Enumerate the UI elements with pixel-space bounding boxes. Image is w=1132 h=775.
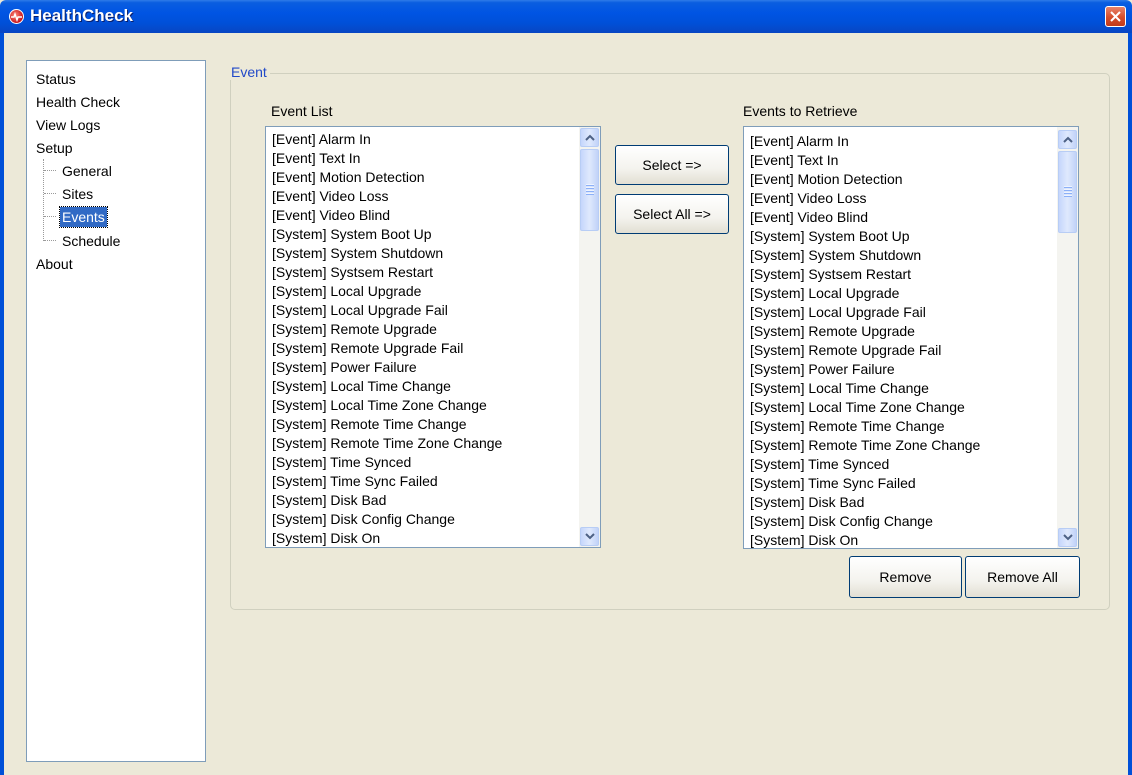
- list-item[interactable]: [System] Local Upgrade Fail: [272, 301, 600, 320]
- tree-connector: [44, 193, 56, 194]
- list-item[interactable]: [System] Disk On: [272, 529, 600, 547]
- list-item[interactable]: [Event] Text In: [272, 149, 600, 168]
- close-icon: [1110, 11, 1121, 22]
- event-list-scrollbar[interactable]: [579, 127, 600, 547]
- tree-connector: [44, 240, 56, 241]
- scroll-up-icon: [1063, 136, 1073, 143]
- list-item[interactable]: [Event] Alarm In: [750, 132, 1078, 151]
- list-item[interactable]: [System] Remote Upgrade Fail: [750, 341, 1078, 360]
- list-item[interactable]: [Event] Motion Detection: [272, 168, 600, 187]
- list-item[interactable]: [System] Time Sync Failed: [272, 472, 600, 491]
- tree-item-status[interactable]: Status: [36, 69, 76, 89]
- list-item[interactable]: [System] Local Upgrade Fail: [750, 303, 1078, 322]
- scroll-up-icon: [585, 134, 595, 141]
- remove-button[interactable]: Remove: [849, 556, 962, 598]
- tree-item-setup[interactable]: Setup: [36, 138, 73, 158]
- scroll-thumb[interactable]: [1058, 151, 1077, 233]
- tree-item-events[interactable]: Events: [59, 206, 108, 228]
- list-item[interactable]: [System] Systsem Restart: [272, 263, 600, 282]
- list-item[interactable]: [System] System Shutdown: [750, 246, 1078, 265]
- retrieve-list-items: [Event] Alarm In [Event] Text In [Event] M…: [744, 127, 1078, 548]
- list-item[interactable]: [System] Local Time Zone Change: [272, 396, 600, 415]
- list-item[interactable]: [System] System Shutdown: [272, 244, 600, 263]
- list-item[interactable]: [System] Remote Upgrade Fail: [272, 339, 600, 358]
- retrieve-list[interactable]: [Event] Alarm In [Event] Text In [Event] M…: [743, 126, 1079, 549]
- title-bar[interactable]: HealthCheck: [0, 0, 1132, 33]
- event-list-items: [Event] Alarm In [Event] Text In [Event] M…: [266, 127, 600, 547]
- window-title: HealthCheck: [30, 6, 133, 25]
- tree-connector: [44, 170, 56, 171]
- list-item[interactable]: [System] Disk Bad: [750, 493, 1078, 512]
- scroll-down-icon: [585, 533, 595, 540]
- list-item[interactable]: [System] Power Failure: [272, 358, 600, 377]
- list-item[interactable]: [System] System Boot Up: [272, 225, 600, 244]
- list-item[interactable]: [System] Power Failure: [750, 360, 1078, 379]
- list-item[interactable]: [System] Remote Time Zone Change: [750, 436, 1078, 455]
- list-item[interactable]: [System] Systsem Restart: [750, 265, 1078, 284]
- tree-item-view-logs[interactable]: View Logs: [36, 115, 100, 135]
- list-item[interactable]: [System] Disk Config Change: [750, 512, 1078, 531]
- list-item[interactable]: [System] Remote Upgrade: [272, 320, 600, 339]
- list-item[interactable]: [System] Local Time Change: [272, 377, 600, 396]
- retrieve-list-scrollbar[interactable]: [1057, 127, 1078, 548]
- list-item[interactable]: [Event] Video Loss: [750, 189, 1078, 208]
- list-item[interactable]: [Event] Text In: [750, 151, 1078, 170]
- scroll-thumb[interactable]: [580, 149, 599, 231]
- list-item[interactable]: [System] Time Synced: [272, 453, 600, 472]
- tree-connector-line: [43, 159, 44, 241]
- event-list-label: Event List: [271, 103, 333, 119]
- list-item[interactable]: [Event] Video Loss: [272, 187, 600, 206]
- list-item[interactable]: [System] Disk Bad: [272, 491, 600, 510]
- list-item[interactable]: [System] Local Upgrade: [272, 282, 600, 301]
- list-item[interactable]: [System] Remote Time Change: [272, 415, 600, 434]
- tree-connector: [44, 216, 56, 217]
- tree-item-sites[interactable]: Sites: [62, 184, 93, 204]
- list-item[interactable]: [System] Local Time Zone Change: [750, 398, 1078, 417]
- list-item[interactable]: [System] Disk Config Change: [272, 510, 600, 529]
- event-group-legend: Event: [228, 64, 270, 80]
- list-item[interactable]: [System] Disk On: [750, 531, 1078, 548]
- scroll-down-button[interactable]: [580, 527, 599, 546]
- list-item[interactable]: [Event] Alarm In: [272, 130, 600, 149]
- app-icon: [9, 9, 24, 24]
- tree-item-about[interactable]: About: [36, 254, 73, 274]
- event-list[interactable]: [Event] Alarm In [Event] Text In [Event] M…: [265, 126, 601, 548]
- tree-item-health-check[interactable]: Health Check: [36, 92, 120, 112]
- list-item[interactable]: [System] Time Synced: [750, 455, 1078, 474]
- list-item[interactable]: [System] System Boot Up: [750, 227, 1078, 246]
- remove-all-button[interactable]: Remove All: [965, 556, 1080, 598]
- scroll-up-button[interactable]: [580, 128, 599, 147]
- list-item[interactable]: [System] Remote Time Change: [750, 417, 1078, 436]
- scroll-down-icon: [1063, 534, 1073, 541]
- scroll-up-button[interactable]: [1058, 130, 1077, 149]
- list-item[interactable]: [Event] Video Blind: [272, 206, 600, 225]
- list-item[interactable]: [Event] Video Blind: [750, 208, 1078, 227]
- tree-item-schedule[interactable]: Schedule: [62, 231, 120, 251]
- select-button[interactable]: Select =>: [615, 145, 729, 185]
- close-button[interactable]: [1105, 6, 1126, 27]
- list-item[interactable]: [System] Time Sync Failed: [750, 474, 1078, 493]
- list-item[interactable]: [Event] Motion Detection: [750, 170, 1078, 189]
- list-item[interactable]: [System] Local Upgrade: [750, 284, 1078, 303]
- scroll-down-button[interactable]: [1058, 528, 1077, 547]
- list-item[interactable]: [System] Remote Upgrade: [750, 322, 1078, 341]
- tree-item-general[interactable]: General: [62, 161, 112, 181]
- list-item[interactable]: [System] Local Time Change: [750, 379, 1078, 398]
- nav-tree[interactable]: Status Health Check View Logs Setup Gene…: [26, 60, 206, 762]
- retrieve-list-label: Events to Retrieve: [743, 103, 858, 119]
- list-item[interactable]: [System] Remote Time Zone Change: [272, 434, 600, 453]
- select-all-button[interactable]: Select All =>: [615, 194, 729, 234]
